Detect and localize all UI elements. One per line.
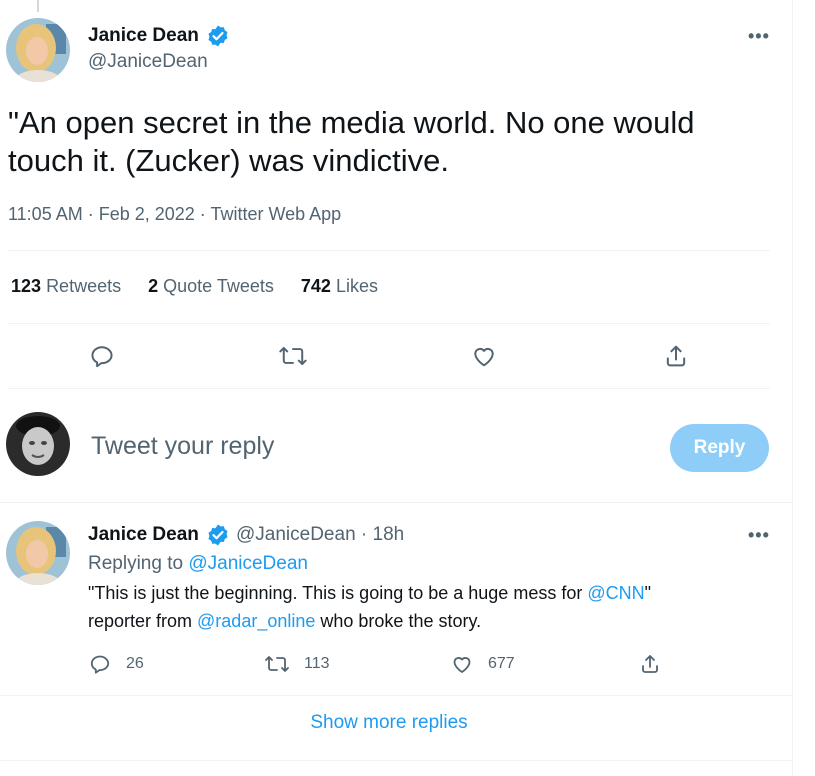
divider [0,502,792,503]
reply-input[interactable]: Tweet your reply [91,432,274,461]
tweet-stats: 123 Retweets 2 Quote Tweets 742 Likes [11,276,378,297]
retweet-icon [265,656,289,672]
separator-dot: · [360,524,368,545]
divider [8,388,770,389]
tweet-thread-column: Janice Dean @JaniceDean ••• "An open sec… [0,0,793,776]
show-more-replies-link[interactable]: Show more replies [0,712,778,734]
reply-author-name[interactable]: Janice Dean [88,524,199,546]
author-handle[interactable]: @JaniceDean [88,51,208,73]
mention-radar-link[interactable]: @radar_online [197,611,315,631]
reply-text: "This is just the beginning. This is goi… [88,579,768,635]
retweets-count: 123 [11,276,42,296]
reply-icon [91,346,113,368]
like-icon [453,657,471,673]
retweet-icon [279,346,307,366]
divider [0,695,792,696]
reply-count: 26 [126,655,144,672]
reply-share-button[interactable] [638,652,662,676]
reply-button[interactable] [85,339,119,373]
divider [8,250,770,251]
more-options-icon[interactable]: ••• [748,26,770,47]
replying-to-line: Replying to @JaniceDean [88,550,308,578]
reply-submit-button[interactable]: Reply [670,424,769,472]
reply-reply-button[interactable]: 26 [88,652,144,676]
mention-cnn-link[interactable]: @CNN [587,583,644,603]
retweets-stat[interactable]: 123 Retweets [11,276,121,297]
reply-text-part: who broke the story. [315,611,482,631]
retweet-count: 113 [304,655,330,672]
like-icon [474,348,494,367]
retweet-button[interactable] [276,339,310,373]
reply-author-avatar[interactable] [6,521,70,585]
share-icon [666,345,686,367]
quote-tweets-stat[interactable]: 2 Quote Tweets [148,276,274,297]
reply-more-options-icon[interactable]: ••• [748,525,770,546]
thread-connector-line [37,0,39,12]
replying-to-link[interactable]: @JaniceDean [188,553,308,574]
tweet-text: "An open secret in the media world. No o… [8,105,695,178]
reply-time: 18h [372,524,405,545]
like-button[interactable] [467,339,501,373]
verified-badge-icon [208,524,228,546]
verified-badge-icon [208,25,228,47]
divider [0,760,792,761]
reply-author-handle: @JaniceDean [236,524,356,545]
reply-retweet-button[interactable]: 113 [264,652,330,676]
share-icon [642,655,658,673]
reply-text-part: reporter from [88,611,198,631]
quotes-count: 2 [148,276,159,296]
likes-stat[interactable]: 742 Likes [301,276,378,297]
reply-text-part: " [644,583,652,603]
likes-count: 742 [300,276,331,296]
divider [8,323,770,324]
reply-text-part: "This is just the beginning. This is goi… [88,583,588,603]
quotes-label: Quote Tweets [163,276,274,296]
current-user-avatar[interactable] [6,412,70,476]
replying-to-prefix: Replying to [88,553,184,574]
likes-label: Likes [335,276,378,296]
tweet-timestamp[interactable]: 11:05 AM · Feb 2, 2022 · Twitter Web App [8,204,341,225]
like-count: 677 [488,655,515,672]
reply-like-button[interactable]: 677 [450,652,515,676]
author-name[interactable]: Janice Dean [88,25,199,47]
share-button[interactable] [659,339,693,373]
retweets-label: Retweets [46,276,122,296]
reply-icon [90,655,110,674]
author-avatar[interactable] [6,18,70,82]
reply-author-handle-and-time[interactable]: @JaniceDean · 18h [236,524,404,546]
